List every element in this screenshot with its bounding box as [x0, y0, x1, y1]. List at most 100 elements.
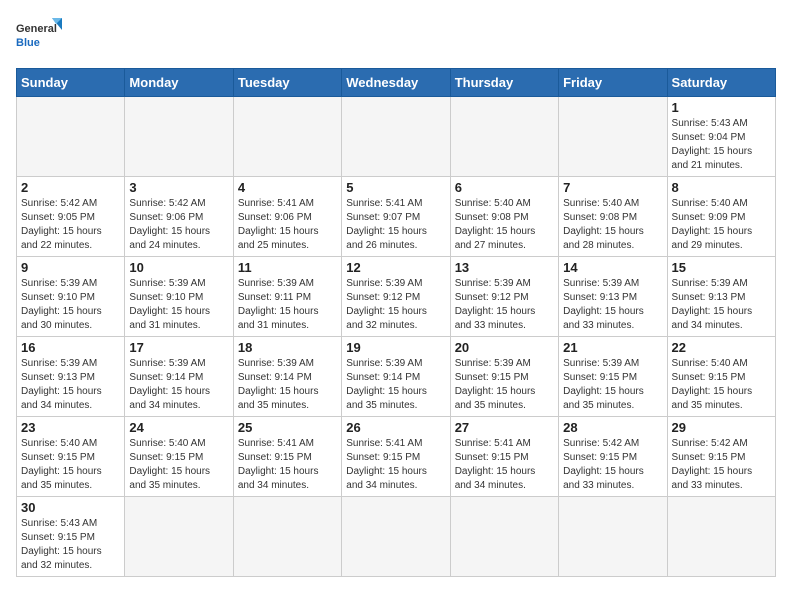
day-info: Sunrise: 5:40 AM Sunset: 9:15 PM Dayligh… [129, 437, 228, 493]
svg-text:General: General [16, 23, 57, 35]
day-number: 22 [672, 340, 771, 355]
calendar-cell [233, 97, 341, 177]
header-monday: Monday [125, 69, 233, 97]
header-saturday: Saturday [667, 69, 775, 97]
calendar-cell [342, 497, 450, 577]
day-info: Sunrise: 5:41 AM Sunset: 9:06 PM Dayligh… [238, 197, 337, 253]
day-info: Sunrise: 5:39 AM Sunset: 9:10 PM Dayligh… [21, 277, 120, 333]
day-info: Sunrise: 5:42 AM Sunset: 9:15 PM Dayligh… [672, 437, 771, 493]
day-info: Sunrise: 5:39 AM Sunset: 9:10 PM Dayligh… [129, 277, 228, 333]
calendar-cell: 30Sunrise: 5:43 AM Sunset: 9:15 PM Dayli… [17, 497, 125, 577]
calendar-cell: 7Sunrise: 5:40 AM Sunset: 9:08 PM Daylig… [559, 177, 667, 257]
day-number: 17 [129, 340, 228, 355]
calendar-cell: 17 Sunrise: 5:39 AM Sunset: 9:14 PM Dayli… [125, 337, 233, 417]
calendar-cell: 25Sunrise: 5:41 AM Sunset: 9:15 PM Dayli… [233, 417, 341, 497]
calendar-cell [559, 97, 667, 177]
day-number: 3 [129, 180, 228, 195]
day-info: Sunrise: 5:39 AM Sunset: 9:14 PM Dayligh… [238, 357, 337, 413]
day-number: 26 [346, 420, 445, 435]
day-info: Sunrise: 5:42 AM Sunset: 9:15 PM Dayligh… [563, 437, 662, 493]
calendar-cell: 8Sunrise: 5:40 AM Sunset: 9:09 PM Daylig… [667, 177, 775, 257]
calendar-week-row: 1 Sunrise: 5:43 AM Sunset: 9:04 PM Daylig… [17, 97, 776, 177]
header-wednesday: Wednesday [342, 69, 450, 97]
day-number: 30 [21, 500, 120, 515]
calendar-cell [125, 497, 233, 577]
day-info: Sunrise: 5:39 AM Sunset: 9:15 PM Dayligh… [455, 357, 554, 413]
day-info: Sunrise: 5:40 AM Sunset: 9:08 PM Dayligh… [455, 197, 554, 253]
day-info: Sunrise: 5:43 AM Sunset: 9:04 PM Dayligh… [672, 117, 771, 173]
calendar-cell: 13 Sunrise: 5:39 AM Sunset: 9:12 PM Dayli… [450, 257, 558, 337]
day-number: 28 [563, 420, 662, 435]
calendar-cell: 19Sunrise: 5:39 AM Sunset: 9:14 PM Dayli… [342, 337, 450, 417]
day-info: Sunrise: 5:41 AM Sunset: 9:15 PM Dayligh… [238, 437, 337, 493]
calendar-cell: 21 Sunrise: 5:39 AM Sunset: 9:15 PM Dayli… [559, 337, 667, 417]
calendar-cell: 22 Sunrise: 5:40 AM Sunset: 9:15 PM Dayli… [667, 337, 775, 417]
day-info: Sunrise: 5:39 AM Sunset: 9:15 PM Dayligh… [563, 357, 662, 413]
calendar-cell: 14 Sunrise: 5:39 AM Sunset: 9:13 PM Dayli… [559, 257, 667, 337]
calendar-cell: 12 Sunrise: 5:39 AM Sunset: 9:12 PM Dayli… [342, 257, 450, 337]
calendar-cell [17, 97, 125, 177]
day-number: 21 [563, 340, 662, 355]
day-info: Sunrise: 5:40 AM Sunset: 9:15 PM Dayligh… [21, 437, 120, 493]
day-info: Sunrise: 5:39 AM Sunset: 9:12 PM Dayligh… [346, 277, 445, 333]
calendar-cell: 29Sunrise: 5:42 AM Sunset: 9:15 PM Dayli… [667, 417, 775, 497]
day-info: Sunrise: 5:42 AM Sunset: 9:06 PM Dayligh… [129, 197, 228, 253]
calendar-cell [559, 497, 667, 577]
calendar-cell [342, 97, 450, 177]
day-number: 4 [238, 180, 337, 195]
day-number: 16 [21, 340, 120, 355]
day-number: 20 [455, 340, 554, 355]
day-info: Sunrise: 5:39 AM Sunset: 9:14 PM Dayligh… [129, 357, 228, 413]
day-info: Sunrise: 5:39 AM Sunset: 9:14 PM Dayligh… [346, 357, 445, 413]
day-number: 8 [672, 180, 771, 195]
svg-text:Blue: Blue [16, 37, 40, 49]
day-number: 14 [563, 260, 662, 275]
day-number: 27 [455, 420, 554, 435]
calendar-cell: 9Sunrise: 5:39 AM Sunset: 9:10 PM Daylig… [17, 257, 125, 337]
day-info: Sunrise: 5:39 AM Sunset: 9:13 PM Dayligh… [563, 277, 662, 333]
header-sunday: Sunday [17, 69, 125, 97]
day-info: Sunrise: 5:39 AM Sunset: 9:13 PM Dayligh… [21, 357, 120, 413]
calendar-cell: 4 Sunrise: 5:41 AM Sunset: 9:06 PM Daylig… [233, 177, 341, 257]
day-info: Sunrise: 5:41 AM Sunset: 9:07 PM Dayligh… [346, 197, 445, 253]
day-number: 12 [346, 260, 445, 275]
calendar-cell [667, 497, 775, 577]
day-info: Sunrise: 5:41 AM Sunset: 9:15 PM Dayligh… [346, 437, 445, 493]
calendar-cell: 15Sunrise: 5:39 AM Sunset: 9:13 PM Dayli… [667, 257, 775, 337]
day-info: Sunrise: 5:42 AM Sunset: 9:05 PM Dayligh… [21, 197, 120, 253]
day-info: Sunrise: 5:40 AM Sunset: 9:15 PM Dayligh… [672, 357, 771, 413]
day-info: Sunrise: 5:39 AM Sunset: 9:11 PM Dayligh… [238, 277, 337, 333]
calendar-cell: 16 Sunrise: 5:39 AM Sunset: 9:13 PM Dayli… [17, 337, 125, 417]
calendar-cell: 20 Sunrise: 5:39 AM Sunset: 9:15 PM Dayli… [450, 337, 558, 417]
calendar-cell: 24Sunrise: 5:40 AM Sunset: 9:15 PM Dayli… [125, 417, 233, 497]
generalblue-logo-icon: General Blue [16, 16, 66, 56]
day-number: 1 [672, 100, 771, 115]
day-number: 6 [455, 180, 554, 195]
calendar-cell: 2Sunrise: 5:42 AM Sunset: 9:05 PM Daylig… [17, 177, 125, 257]
day-number: 5 [346, 180, 445, 195]
calendar-cell [125, 97, 233, 177]
header-friday: Friday [559, 69, 667, 97]
calendar-week-row: 16 Sunrise: 5:39 AM Sunset: 9:13 PM Dayli… [17, 337, 776, 417]
day-info: Sunrise: 5:39 AM Sunset: 9:12 PM Dayligh… [455, 277, 554, 333]
day-number: 13 [455, 260, 554, 275]
calendar-cell: 6 Sunrise: 5:40 AM Sunset: 9:08 PM Daylig… [450, 177, 558, 257]
calendar-cell: 23 Sunrise: 5:40 AM Sunset: 9:15 PM Dayli… [17, 417, 125, 497]
logo: General Blue [16, 16, 66, 56]
header-thursday: Thursday [450, 69, 558, 97]
calendar-cell: 27 Sunrise: 5:41 AM Sunset: 9:15 PM Dayli… [450, 417, 558, 497]
day-number: 7 [563, 180, 662, 195]
calendar-cell: 3 Sunrise: 5:42 AM Sunset: 9:06 PM Daylig… [125, 177, 233, 257]
calendar-cell [450, 97, 558, 177]
calendar-header: SundayMondayTuesdayWednesdayThursdayFrid… [17, 69, 776, 97]
day-info: Sunrise: 5:41 AM Sunset: 9:15 PM Dayligh… [455, 437, 554, 493]
calendar-cell: 28 Sunrise: 5:42 AM Sunset: 9:15 PM Dayli… [559, 417, 667, 497]
header-tuesday: Tuesday [233, 69, 341, 97]
calendar-cell: 10Sunrise: 5:39 AM Sunset: 9:10 PM Dayli… [125, 257, 233, 337]
day-number: 23 [21, 420, 120, 435]
calendar-table: SundayMondayTuesdayWednesdayThursdayFrid… [16, 68, 776, 577]
calendar-week-row: 23 Sunrise: 5:40 AM Sunset: 9:15 PM Dayli… [17, 417, 776, 497]
calendar-cell [450, 497, 558, 577]
calendar-cell: 11Sunrise: 5:39 AM Sunset: 9:11 PM Dayli… [233, 257, 341, 337]
calendar-cell [233, 497, 341, 577]
